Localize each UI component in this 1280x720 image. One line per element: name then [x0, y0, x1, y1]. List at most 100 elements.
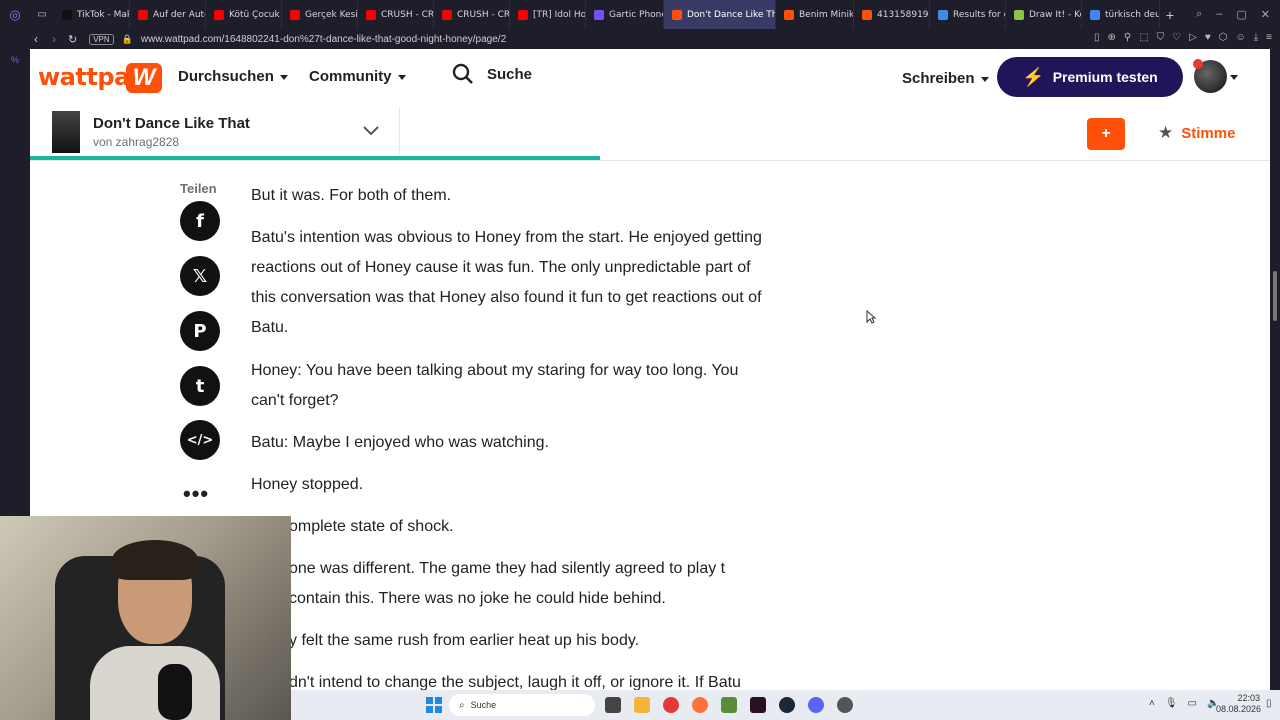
- page-scrollbar[interactable]: [1270, 49, 1280, 690]
- more-share-icon[interactable]: •••: [183, 481, 209, 507]
- browser-tab[interactable]: Gartic Phone: [586, 0, 664, 29]
- bookmark-icon[interactable]: ♡: [1172, 32, 1181, 43]
- community-label: Community: [309, 68, 392, 85]
- tab-overview-icon[interactable]: ▭: [30, 0, 54, 29]
- story-author[interactable]: von zahrag2828: [93, 135, 179, 149]
- premium-button[interactable]: ⚡ Premium testen: [997, 57, 1183, 97]
- story-paragraph: Batu: Maybe I enjoyed who was watching.: [251, 434, 549, 451]
- download-icon[interactable]: ⤓: [1254, 32, 1258, 43]
- firefox-icon[interactable]: [692, 697, 708, 713]
- tab-favicon-icon: [366, 9, 376, 20]
- pinterest-share-icon[interactable]: P: [180, 311, 220, 351]
- network-icon[interactable]: ▭: [1188, 698, 1197, 709]
- story-header: Don't Dance Like That von zahrag2828 + ★…: [30, 107, 1270, 161]
- forward-icon[interactable]: ›: [52, 32, 56, 46]
- wattpad-w-mark[interactable]: W: [126, 63, 162, 93]
- tab-favicon-icon: [442, 9, 452, 20]
- menu-icon[interactable]: ≡: [1266, 32, 1272, 43]
- search-tabs-icon[interactable]: ⌕: [1196, 8, 1202, 21]
- discord-icon[interactable]: [808, 697, 824, 713]
- community-menu[interactable]: Community: [309, 68, 406, 85]
- browser-tab[interactable]: Don't Dance Like That: [664, 0, 776, 29]
- divider: [399, 107, 400, 155]
- start-icon[interactable]: [426, 697, 442, 713]
- write-menu[interactable]: Schreiben: [902, 70, 989, 87]
- x-share-icon[interactable]: 𝕏: [180, 256, 220, 296]
- task-view-icon[interactable]: [605, 697, 621, 713]
- extensions-icon[interactable]: ⬡: [1219, 32, 1228, 43]
- heart-icon[interactable]: ♥: [1205, 32, 1211, 43]
- taskbar-search[interactable]: ⌕ Suche: [449, 694, 595, 716]
- browser-tab-label: Kötü Çocuk: [229, 9, 280, 20]
- browser-tab[interactable]: Draw It! - Ko: [1006, 0, 1082, 29]
- clock-date: 08.08.2026: [1216, 704, 1262, 714]
- browser-tab[interactable]: TikTok - Make: [54, 0, 130, 29]
- chevron-down-icon[interactable]: [1230, 75, 1238, 80]
- vote-button[interactable]: ★ Stimme: [1158, 123, 1235, 143]
- back-icon[interactable]: ‹: [34, 32, 38, 46]
- chevron-down-icon: [279, 74, 288, 80]
- steam-icon[interactable]: [779, 697, 795, 713]
- embed-code-icon[interactable]: </>: [180, 420, 220, 460]
- lightning-icon: ⚡: [1022, 66, 1045, 87]
- url-field[interactable]: www.wattpad.com/1648802241-don%27t-dance…: [141, 34, 506, 45]
- star-icon: ★: [1158, 123, 1174, 142]
- vpn-badge[interactable]: VPN: [89, 33, 114, 45]
- file-explorer-icon[interactable]: [634, 697, 650, 713]
- browser-tab[interactable]: türkisch deut: [1082, 0, 1160, 29]
- browser-tab[interactable]: CRUSH - CRU: [434, 0, 510, 29]
- opera-icon[interactable]: ◎: [0, 0, 30, 29]
- minecraft-icon[interactable]: [721, 697, 737, 713]
- webcam-person-body: [90, 646, 220, 720]
- browser-tab-label: Auf der Autob: [153, 9, 205, 20]
- browser-tab-label: Results for q: [953, 9, 1006, 20]
- shield-icon[interactable]: ⛉: [1157, 32, 1165, 43]
- browser-tab[interactable]: 413158919-2: [854, 0, 930, 29]
- reader-icon[interactable]: ▯: [1094, 32, 1100, 43]
- browser-tab[interactable]: Gerçek Kesit: [282, 0, 358, 29]
- app-icon[interactable]: [837, 697, 853, 713]
- profile-icon[interactable]: ☺: [1236, 32, 1246, 43]
- minimize-icon[interactable]: –: [1216, 8, 1222, 21]
- browser-tab[interactable]: Auf der Autob: [130, 0, 206, 29]
- zoom-icon[interactable]: ⊕: [1108, 32, 1116, 43]
- browse-menu[interactable]: Durchsuchen: [178, 68, 288, 85]
- scrollbar-thumb[interactable]: [1273, 271, 1277, 321]
- new-tab-icon[interactable]: +: [1160, 7, 1180, 23]
- browser-tab[interactable]: CRUSH - CRU: [358, 0, 434, 29]
- story-paragraph: dn't intend to change the subject, laugh…: [289, 674, 741, 690]
- opera-taskbar-icon[interactable]: [663, 697, 679, 713]
- chevron-up-icon[interactable]: ˄: [1149, 698, 1155, 709]
- reload-icon[interactable]: ↻: [68, 33, 77, 46]
- story-paragraph: y felt the same rush from earlier heat u…: [289, 632, 640, 649]
- story-title[interactable]: Don't Dance Like That: [93, 115, 250, 132]
- pin-icon[interactable]: ⚲: [1124, 32, 1131, 43]
- sidebar-toggle-icon[interactable]: %: [11, 55, 19, 65]
- capcut-icon[interactable]: [750, 697, 766, 713]
- story-paragraph: Batu's intention was obvious to Honey fr…: [251, 229, 762, 336]
- reading-progress-bar: [30, 156, 601, 160]
- story-paragraph: Honey stopped.: [251, 476, 364, 493]
- clock[interactable]: 22:03 08.08.2026: [1216, 693, 1262, 715]
- notification-dot: [1193, 59, 1203, 69]
- browser-tab[interactable]: Results for q: [930, 0, 1006, 29]
- close-window-icon[interactable]: ✕: [1261, 8, 1270, 21]
- browser-tab[interactable]: [TR] Idol Hou: [510, 0, 586, 29]
- tab-favicon-icon: [594, 9, 604, 20]
- story-cover[interactable]: [52, 111, 80, 153]
- browser-tab[interactable]: Kötü Çocuk: [206, 0, 282, 29]
- chevron-down-icon[interactable]: [362, 125, 380, 137]
- search-box[interactable]: Suche: [452, 63, 532, 85]
- browser-tab-label: Draw It! - Ko: [1029, 9, 1082, 20]
- address-bar: ‹ › ↻ VPN 🔒 www.wattpad.com/1648802241-d…: [0, 29, 1280, 49]
- maximize-icon[interactable]: ▢: [1236, 8, 1246, 21]
- facebook-share-icon[interactable]: f: [180, 201, 220, 241]
- play-icon[interactable]: ▷: [1189, 32, 1197, 43]
- notification-icon[interactable]: ▯: [1266, 698, 1272, 709]
- add-to-list-button[interactable]: +: [1087, 118, 1125, 150]
- microphone-icon[interactable]: 🎙: [1165, 698, 1178, 709]
- browser-tab-label: [TR] Idol Hou: [533, 9, 586, 20]
- browser-tab[interactable]: Benim Minik: [776, 0, 854, 29]
- tumblr-share-icon[interactable]: t: [180, 366, 220, 406]
- snapshot-icon[interactable]: ⬚: [1139, 32, 1148, 43]
